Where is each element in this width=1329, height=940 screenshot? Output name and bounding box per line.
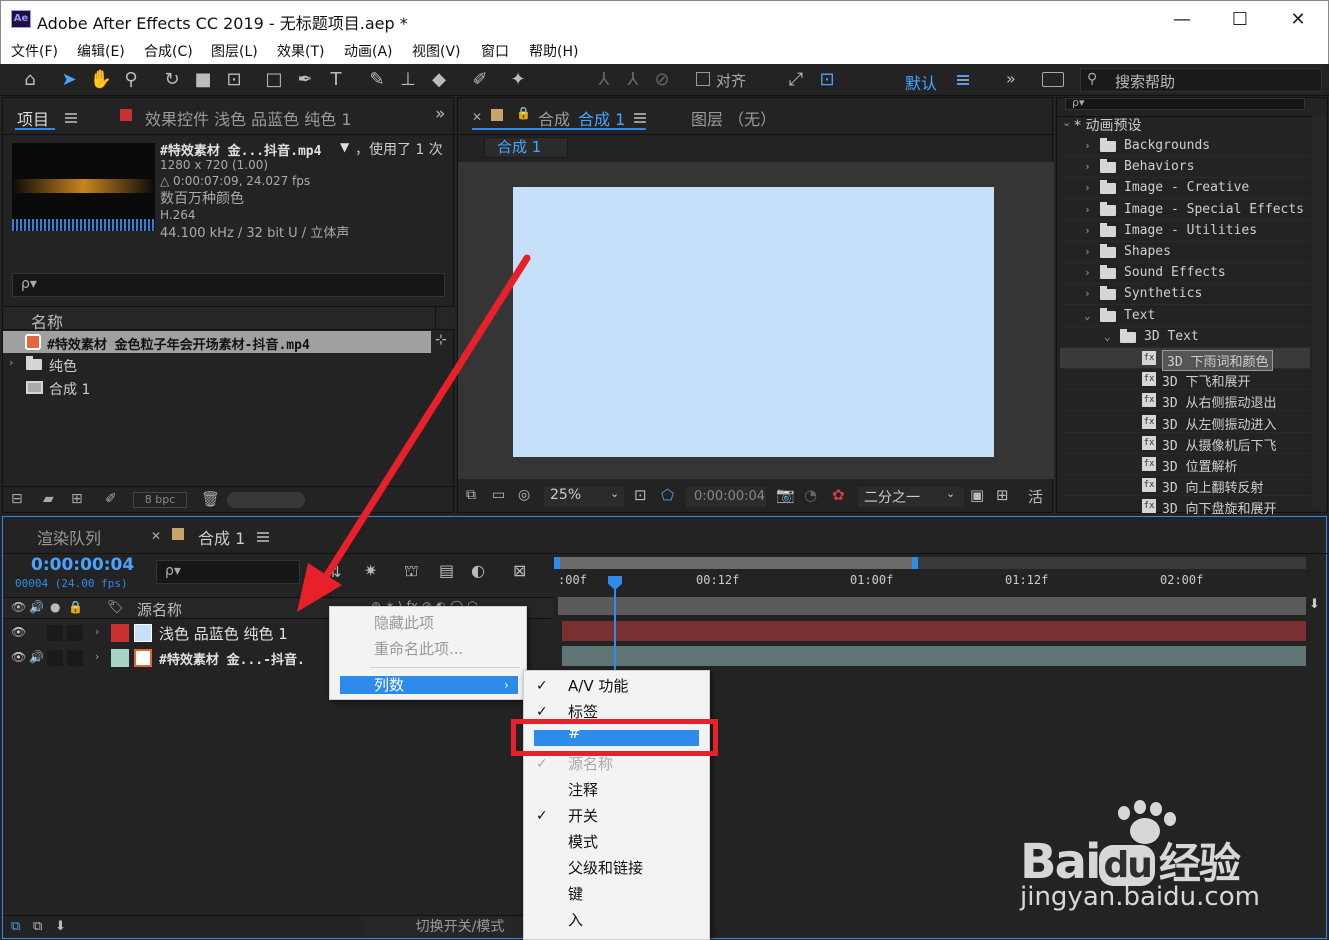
context-menu: 隐藏此项 重命名此项... 列数 › (329, 606, 527, 700)
baidu-paw-icon (1112, 800, 1178, 850)
highlight-box (511, 719, 718, 756)
submenu-item[interactable]: ✓ 开关 (524, 803, 709, 829)
submenu-item[interactable]: 父级和链接 (524, 855, 709, 881)
menu-item-hide[interactable]: 隐藏此项 (330, 610, 526, 636)
menu-item-rename[interactable]: 重命名此项... (330, 636, 526, 662)
submenu-item[interactable]: 模式 (524, 829, 709, 855)
submenu-item[interactable]: 键 (524, 881, 709, 907)
submenu-item[interactable]: 注释 (524, 777, 709, 803)
checkmark-icon: ✓ (536, 678, 548, 694)
columns-submenu: ✓ A/V 功能 ✓ 标签 # ✓ 源名称 注释 ✓ 开关 模式 父级和链接键入 (523, 670, 710, 940)
checkmark-icon: ✓ (536, 808, 548, 824)
submenu-arrow-icon: › (504, 678, 509, 692)
submenu-item[interactable]: ✓ A/V 功能 (524, 673, 709, 699)
menu-item-columns[interactable]: 列数 › (340, 676, 518, 694)
watermark-url: jingyan.baidu.com (1020, 882, 1260, 912)
submenu-item[interactable]: 入 (524, 907, 709, 933)
